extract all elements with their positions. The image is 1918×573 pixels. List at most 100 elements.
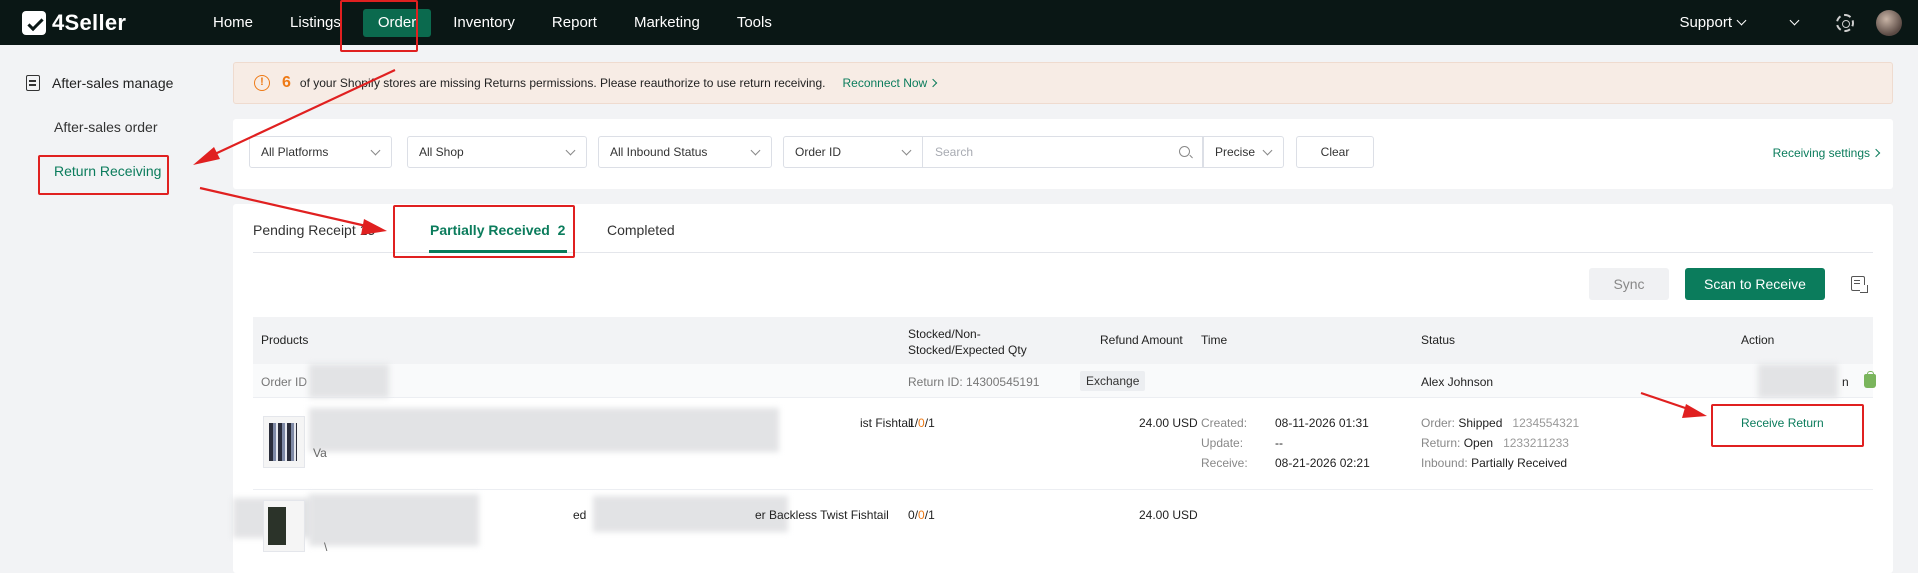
refund-amount: 24.00 USD [1139, 416, 1198, 430]
export-icon[interactable] [1851, 276, 1868, 293]
platform-select[interactable]: All Platforms [249, 136, 392, 168]
time-label-update: Update: [1201, 436, 1244, 450]
sidebar-item-return-receiving[interactable]: Return Receiving [54, 163, 161, 179]
match-mode-value: Precise [1215, 145, 1256, 159]
status-order-label: Order: [1421, 416, 1456, 430]
search-field[interactable] [923, 136, 1203, 168]
col-action: Action [1741, 333, 1775, 347]
status-order-id: 1234554321 [1512, 416, 1580, 430]
settings-gear-icon[interactable] [1836, 13, 1854, 32]
tab-partially-received[interactable]: Partially Received 2 [430, 222, 565, 238]
user-avatar[interactable] [1876, 9, 1902, 36]
sidebar: After-sales manage After-sales order Ret… [0, 45, 220, 573]
status-return-label: Return: [1421, 436, 1461, 450]
shop-name-fragment: n [1842, 375, 1849, 389]
chevron-down-icon [1789, 15, 1800, 25]
receiving-settings-label: Receiving settings [1772, 146, 1870, 160]
product-thumbnail[interactable] [263, 500, 305, 552]
product-variant-fragment: Va [313, 446, 327, 460]
product-title-fragment: ist Fishtail [860, 416, 914, 430]
time-label-created: Created: [1201, 416, 1248, 430]
table-header: Products Stocked/Non- Stocked/Expected Qt… [253, 317, 1873, 364]
col-products: Products [261, 333, 309, 347]
main-nav: Home Listings Order Inventory Report Mar… [198, 0, 794, 45]
shop-select-value: All Shop [419, 145, 464, 159]
product-thumbnail[interactable] [263, 416, 305, 468]
nav-report[interactable]: Report [537, 9, 612, 37]
clear-button[interactable]: Clear [1296, 136, 1374, 168]
chevron-down-icon [1736, 15, 1747, 26]
qty-cell: 1/0/1 [908, 416, 935, 430]
receiving-settings-link[interactable]: Receiving settings [1772, 146, 1881, 160]
col-status: Status [1421, 333, 1456, 347]
time-value-receive: 08-21-2026 02:21 [1275, 456, 1370, 470]
order-id-label: Order ID [261, 375, 308, 389]
col-qty-line1: Stocked/Non- [908, 327, 981, 341]
customer-name: Alex Johnson [1421, 375, 1494, 389]
col-refund: Refund Amount [1100, 333, 1183, 347]
inbound-status-value: All Inbound Status [610, 145, 708, 159]
receive-return-link[interactable]: Receive Return [1741, 416, 1824, 430]
top-navbar: 4Seller Home Listings Order Inventory Re… [0, 0, 1918, 45]
reconnect-now-link[interactable]: Reconnect Now [842, 76, 938, 90]
search-icon[interactable] [1179, 146, 1190, 157]
sidebar-section-after-sales[interactable]: After-sales manage [26, 75, 173, 91]
shopify-bag-icon [1864, 371, 1876, 388]
tab-pending-receipt[interactable]: Pending Receipt 15 [253, 222, 375, 238]
active-tab-indicator [429, 250, 567, 253]
tab-completed[interactable]: Completed [607, 222, 675, 238]
id-type-value: Order ID [795, 145, 842, 159]
status-inbound-label: Inbound: [1421, 456, 1468, 470]
col-qty-line2: Stocked/Expected Qty [908, 343, 1027, 357]
nav-home[interactable]: Home [198, 9, 268, 37]
chevron-down-icon [370, 145, 381, 156]
refund-amount: 24.00 USD [1139, 508, 1198, 522]
nav-listings[interactable]: Listings [275, 9, 356, 37]
status-inbound: Inbound: Partially Received [1421, 456, 1567, 470]
id-type-select[interactable]: Order ID [783, 136, 923, 168]
qty-expected: 1 [928, 508, 935, 522]
tab-count: 2 [557, 222, 566, 238]
redacted-product-title [309, 408, 779, 452]
status-order: Order: Shipped 1234554321 [1421, 416, 1579, 430]
redacted-product-title [309, 494, 479, 546]
tab-count: 15 [359, 222, 376, 238]
chevron-down-icon [565, 145, 576, 156]
exchange-tag: Exchange [1080, 371, 1146, 391]
status-return-id: 1233211233 [1503, 436, 1569, 450]
qty-expected: 1 [928, 416, 935, 430]
sidebar-item-after-sales-order[interactable]: After-sales order [54, 119, 157, 135]
scan-to-receive-button[interactable]: Scan to Receive [1685, 268, 1825, 300]
redacted-order-id [309, 364, 389, 398]
product-title-fragment: ed [573, 508, 587, 522]
status-return: Return: Open 1233211233 [1421, 436, 1569, 450]
qty-non-stocked: 0 [918, 508, 925, 522]
nav-inventory[interactable]: Inventory [438, 9, 530, 37]
status-return-value: Open [1463, 436, 1494, 450]
nav-tools[interactable]: Tools [722, 9, 787, 37]
nav-marketing[interactable]: Marketing [619, 9, 715, 37]
search-input[interactable] [935, 145, 1165, 159]
warning-icon: ! [254, 75, 270, 91]
nav-order[interactable]: Order [362, 8, 432, 37]
col-time: Time [1201, 333, 1228, 347]
inbound-status-select[interactable]: All Inbound Status [598, 136, 772, 168]
time-label-receive: Receive: [1201, 456, 1248, 470]
match-mode-select[interactable]: Precise [1203, 136, 1284, 168]
reconnect-label: Reconnect Now [842, 76, 928, 90]
table-row: ed er Backless Twist Fishtail \ 0/0/1 24… [233, 490, 1873, 570]
qty-stocked: 1 [908, 416, 915, 430]
banner-message: of your Shopify stores are missing Retur… [299, 76, 826, 90]
time-value-created: 08-11-2026 01:31 [1275, 416, 1369, 430]
support-menu[interactable]: Support [1679, 14, 1747, 31]
chevron-down-icon [901, 145, 912, 156]
status-order-value: Shipped [1458, 416, 1503, 430]
permission-warning-banner: ! 6 of your Shopify stores are missing R… [233, 62, 1893, 104]
tab-label: Pending Receipt [253, 222, 356, 238]
return-id: Return ID: 14300545191 [908, 375, 1040, 389]
tab-label: Partially Received [430, 222, 550, 238]
shop-select[interactable]: All Shop [407, 136, 587, 168]
app-logo[interactable]: 4Seller [22, 10, 198, 36]
account-dropdown[interactable] [1785, 15, 1800, 30]
sync-button[interactable]: Sync [1589, 268, 1669, 300]
